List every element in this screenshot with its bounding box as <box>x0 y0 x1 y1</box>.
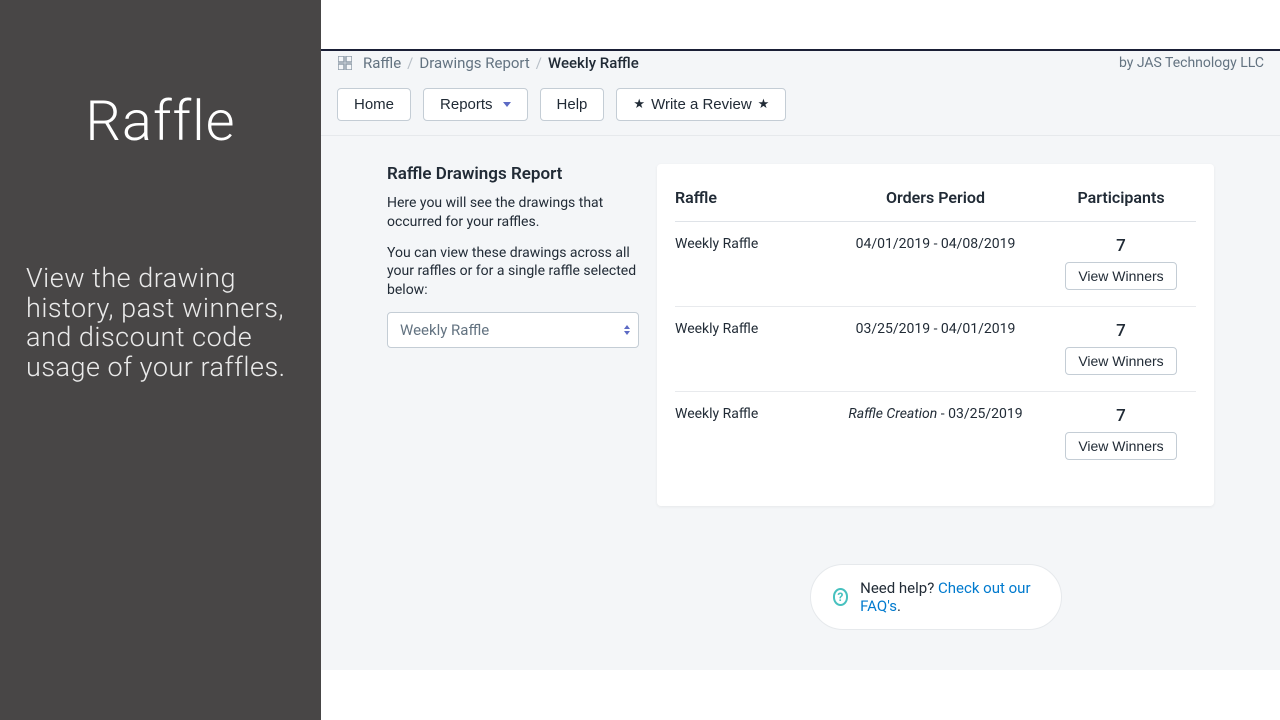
bottom-spacer <box>321 670 1280 720</box>
reports-label: Reports <box>440 96 493 113</box>
report-desc-2: You can view these drawings across all y… <box>387 244 639 301</box>
view-winners-button[interactable]: View Winners <box>1065 432 1176 460</box>
participants-count: 7 <box>1116 321 1126 341</box>
breadcrumb-raffle[interactable]: Raffle <box>363 54 401 72</box>
write-review-label: Write a Review <box>651 96 752 113</box>
reports-dropdown[interactable]: Reports <box>423 88 528 121</box>
home-button[interactable]: Home <box>337 88 411 121</box>
breadcrumb-current: Weekly Raffle <box>548 54 639 72</box>
period-dates: - 03/25/2019 <box>937 406 1022 422</box>
report-title: Raffle Drawings Report <box>387 164 639 184</box>
cell-orders-period: Raffle Creation - 03/25/2019 <box>825 406 1046 422</box>
cell-raffle-name: Weekly Raffle <box>675 236 825 252</box>
cell-raffle-name: Weekly Raffle <box>675 406 825 422</box>
help-prefix: Need help? <box>860 579 938 597</box>
breadcrumb-sep: / <box>407 54 413 72</box>
help-pill: ? Need help? Check out our FAQ's. <box>810 564 1062 630</box>
content-area: Raffle Drawings Report Here you will see… <box>321 136 1280 670</box>
raffle-select-value: Weekly Raffle <box>400 321 489 339</box>
sidebar-description: View the drawing history, past winners, … <box>26 264 295 383</box>
breadcrumb: Raffle / Drawings Report / Weekly Raffle… <box>321 49 1280 76</box>
byline: by JAS Technology LLC <box>1119 55 1264 71</box>
cell-raffle-name: Weekly Raffle <box>675 321 825 337</box>
header-period: Orders Period <box>825 188 1046 207</box>
table-row: Weekly Raffle 03/25/2019 - 04/01/2019 7 … <box>675 307 1196 392</box>
drawings-table-card: Raffle Orders Period Participants Weekly… <box>657 164 1214 506</box>
breadcrumb-drawings-report[interactable]: Drawings Report <box>419 54 529 72</box>
sidebar-title: Raffle <box>26 88 295 154</box>
breadcrumb-sep: / <box>536 54 542 72</box>
help-dot: . <box>897 597 901 615</box>
left-sidebar: Raffle View the drawing history, past wi… <box>0 0 321 720</box>
help-button[interactable]: Help <box>540 88 605 121</box>
report-main: Raffle Orders Period Participants Weekly… <box>657 164 1214 630</box>
table-row: Weekly Raffle 04/01/2019 - 04/08/2019 7 … <box>675 222 1196 307</box>
toolbar: Home Reports Help ★ Write a Review ★ <box>321 76 1280 136</box>
view-winners-button[interactable]: View Winners <box>1065 347 1176 375</box>
cell-participants: 7 View Winners <box>1046 236 1196 290</box>
cell-orders-period: 03/25/2019 - 04/01/2019 <box>825 321 1046 337</box>
question-icon: ? <box>833 588 849 606</box>
view-winners-button[interactable]: View Winners <box>1065 262 1176 290</box>
table-row: Weekly Raffle Raffle Creation - 03/25/20… <box>675 392 1196 476</box>
main-area: Raffle / Drawings Report / Weekly Raffle… <box>321 0 1280 720</box>
chevron-down-icon <box>503 102 511 107</box>
cell-orders-period: 04/01/2019 - 04/08/2019 <box>825 236 1046 252</box>
grid-icon <box>337 55 353 71</box>
report-sidebar: Raffle Drawings Report Here you will see… <box>387 164 639 630</box>
select-chevrons-icon <box>624 325 630 335</box>
star-icon: ★ <box>633 96 645 112</box>
raffle-select[interactable]: Weekly Raffle <box>387 312 639 348</box>
cell-participants: 7 View Winners <box>1046 321 1196 375</box>
cell-participants: 7 View Winners <box>1046 406 1196 460</box>
period-prefix: Raffle Creation <box>848 406 937 422</box>
topbar-spacer <box>321 0 1280 49</box>
header-participants: Participants <box>1046 188 1196 207</box>
table-header: Raffle Orders Period Participants <box>675 188 1196 222</box>
participants-count: 7 <box>1116 406 1126 426</box>
participants-count: 7 <box>1116 236 1126 256</box>
report-desc-1: Here you will see the drawings that occu… <box>387 194 639 232</box>
help-text: Need help? Check out our FAQ's. <box>860 579 1038 615</box>
header-raffle: Raffle <box>675 188 825 207</box>
write-review-button[interactable]: ★ Write a Review ★ <box>616 88 786 121</box>
star-icon: ★ <box>758 96 770 112</box>
